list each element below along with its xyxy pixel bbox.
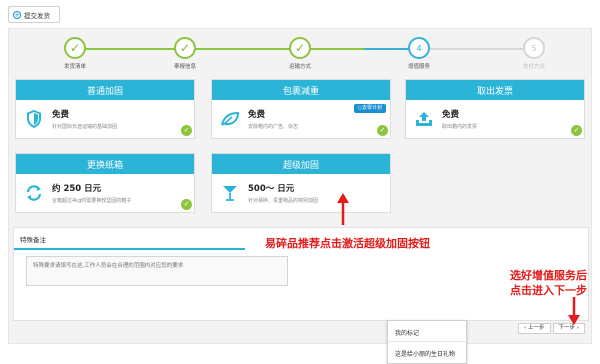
shipment-panel: ✓ 发货清单 ✓ 奉报信息 ✓ 运输方式 4 增值服务 5 支付方式 普通加固 … [8,28,592,344]
popup-item[interactable]: 这是给小丽的生日礼物 [388,342,466,364]
next-tip-line1: 选好增值服务后 [510,269,587,282]
card-title: 超级加固 [212,154,390,174]
prev-step-button[interactable]: ‹ 上一步 [518,323,551,334]
service-basic-reinforcement[interactable]: 普通加固 免费 针对国际长途运输的基础加固 ✓ [15,79,195,139]
card-price: 500～ 日元 [248,184,295,194]
step-label: 发货清单 [63,64,86,70]
card-price: 约 250 日元 [52,184,102,194]
down-arrow-icon [568,297,580,325]
check-icon: ✓ [181,125,192,136]
upload-tray-icon [414,109,434,129]
step-label: 运输方式 [288,64,311,70]
step-shipping-method[interactable]: ✓ 运输方式 [270,37,330,70]
service-replace-box[interactable]: 更换纸箱 约 250 日元 合箱超过4kg时需要换较坚固的箱子 ✓ [15,153,195,213]
card-price: 免费 [52,110,70,120]
step-label: 支付方式 [522,64,545,70]
up-arrow-icon [337,193,349,225]
card-title: 取出发票 [406,80,584,100]
check-icon: ✓ [181,199,192,210]
card-price: 免费 [248,110,266,120]
submit-shipment-label: 提交发货 [24,11,50,20]
card-desc: 合箱超过4kg时需要换较坚固的箱子 [52,198,132,204]
card-price: 免费 [442,110,460,120]
progress-stepper: ✓ 发货清单 ✓ 奉报信息 ✓ 运输方式 4 增值服务 5 支付方式 [9,29,593,75]
card-desc: 取出箱内的发票 [442,124,478,130]
step-label: 奉报信息 [173,64,196,70]
card-title: 包裹减重 [212,80,390,100]
check-icon: ✓ [174,37,196,59]
plus-circle-icon: + [13,10,21,19]
remarks-title: 特殊备注 [14,228,245,250]
zero-plan-badge[interactable]: ○去零计划 [353,104,386,113]
remarks-textarea[interactable] [26,256,288,286]
popup-title: 我的标记 [388,321,466,342]
service-remove-invoice[interactable]: 取出发票 免费 取出箱内的发票 ✓ [405,79,585,139]
refresh-icon [24,183,44,203]
step-value-added-services: 4 增值服务 [389,37,449,70]
step-payment-method: 5 支付方式 [504,37,564,70]
check-icon: ✓ [64,37,86,59]
cocktail-glass-icon [220,183,240,203]
step-label: 增值服务 [407,64,430,70]
leaf-icon [220,109,240,129]
card-title: 更换纸箱 [16,154,194,174]
step-number: 5 [523,37,545,59]
card-desc: 去除箱内的广告、杂志 [248,124,299,130]
check-icon: ✓ [377,125,388,136]
card-desc: 针对易碎、贵重物品的特别加固 [248,198,319,204]
step-number: 4 [408,37,430,59]
card-desc: 针对国际长途运输的基础加固 [52,124,118,130]
check-icon: ✓ [571,125,582,136]
badge-label: 去零计划 [361,105,382,111]
service-super-reinforcement[interactable]: 超级加固 500～ 日元 针对易碎、贵重物品的特别加固 [211,153,391,213]
submit-shipment-button[interactable]: + 提交发货 [8,6,60,23]
step-declaration-info[interactable]: ✓ 奉报信息 [155,37,215,70]
step-shipment-list[interactable]: ✓ 发货清单 [45,37,105,70]
shield-icon [24,109,44,129]
next-step-tip-annotation: 选好增值服务后 点击进入下一步 [510,268,587,298]
service-weight-reduction[interactable]: 包裹减重 免费 去除箱内的广告、杂志 ○去零计划 ✓ [211,79,391,139]
my-tags-popup: 我的标记 这是给小丽的生日礼物 [387,320,467,364]
card-title: 普通加固 [16,80,194,100]
check-icon: ✓ [289,37,311,59]
fragile-tip-annotation: 易碎品推荐点击激活超级加固按钮 [265,237,430,250]
